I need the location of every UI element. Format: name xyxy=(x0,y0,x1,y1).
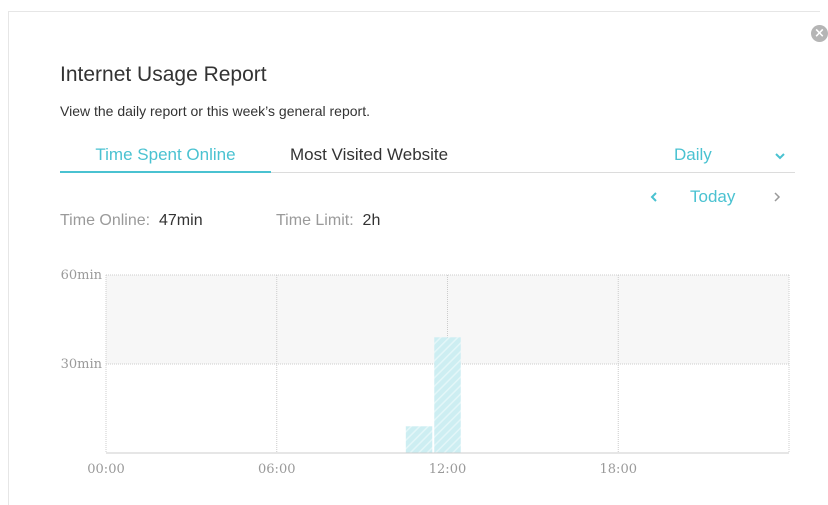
active-tab-indicator xyxy=(60,171,271,173)
period-select-value: Daily xyxy=(674,145,712,164)
chevron-right-icon[interactable] xyxy=(770,187,784,207)
tab-most-visited-website[interactable]: Most Visited Website xyxy=(290,145,448,165)
time-limit-label: Time Limit: xyxy=(276,212,354,229)
x-tick-label: 00:00 xyxy=(87,462,124,477)
chart-bar xyxy=(434,337,461,453)
x-tick-label: 12:00 xyxy=(429,462,466,477)
time-online-value: 47min xyxy=(154,212,203,229)
usage-chart: 60min 30min 00:00 06:00 12:00 18:00 xyxy=(61,268,790,477)
period-select[interactable]: Daily xyxy=(674,145,790,167)
chevron-down-icon xyxy=(775,153,785,160)
dialog-subtitle: View the daily report or this week’s gen… xyxy=(60,103,370,119)
close-icon[interactable]: × xyxy=(811,25,828,42)
time-online-stat: Time Online: 47min xyxy=(60,212,203,230)
x-tick-label: 18:00 xyxy=(600,462,637,477)
time-limit-stat: Time Limit: 2h xyxy=(276,212,380,230)
tab-time-spent-online[interactable]: Time Spent Online xyxy=(60,145,271,165)
chevron-left-icon[interactable] xyxy=(647,187,661,207)
y-tick-label: 30min xyxy=(61,357,103,372)
y-tick-label: 60min xyxy=(61,268,103,283)
dialog-title: Internet Usage Report xyxy=(60,63,267,86)
time-online-label: Time Online: xyxy=(60,212,151,229)
x-tick-label: 06:00 xyxy=(258,462,295,477)
chart-bar xyxy=(405,426,433,453)
stage: × Internet Usage Report View the daily r… xyxy=(0,0,828,505)
time-limit-value: 2h xyxy=(358,212,381,229)
date-label: Today xyxy=(690,187,736,206)
